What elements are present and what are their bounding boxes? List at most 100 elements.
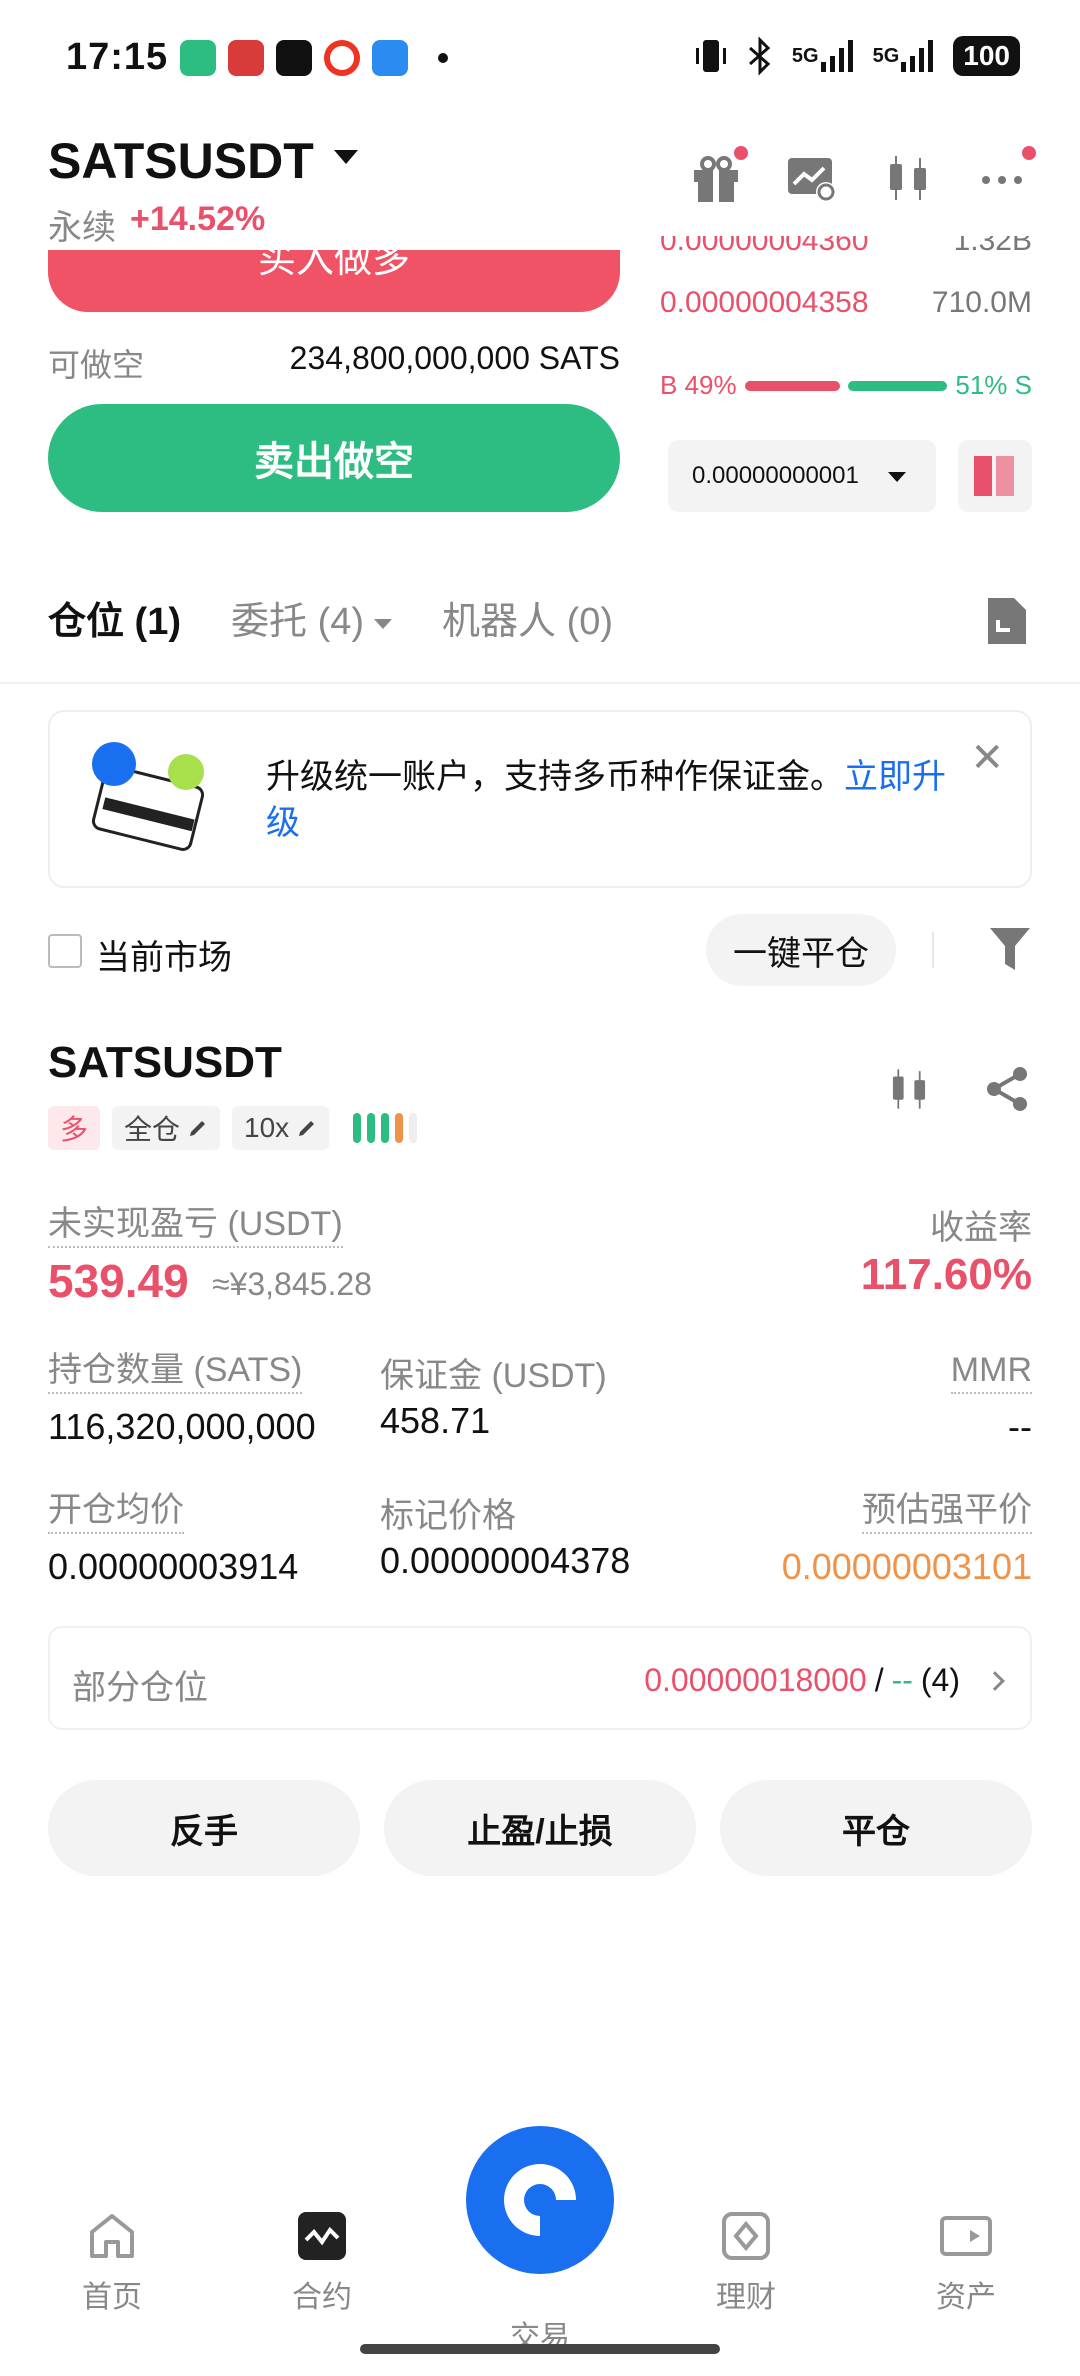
more-notifications-dot: [438, 53, 448, 63]
orderbook-qty: 1.32B: [953, 236, 1032, 257]
roe-value: 117.60%: [860, 1250, 1032, 1299]
close-position-button[interactable]: 平仓: [720, 1780, 1032, 1876]
partial-count: (4): [920, 1662, 960, 1698]
nav-finance-label: 理财: [716, 2281, 776, 2314]
side-tag: 多: [48, 1106, 101, 1150]
futures-icon: [296, 2210, 348, 2262]
liq-price-label[interactable]: 预估强平价: [862, 1488, 1032, 1534]
upgrade-banner: 升级统一账户，支持多币种作保证金。立即升级 ✕: [48, 710, 1032, 888]
assets-icon: [940, 2210, 992, 2262]
orderbook-qty: 710.0M: [931, 286, 1032, 319]
leverage-tag[interactable]: 10x: [232, 1106, 330, 1150]
orderbook-row[interactable]: 0.00000004358 710.0M: [660, 286, 1032, 326]
candlestick-chart-icon[interactable]: [880, 150, 936, 206]
tab-bots[interactable]: 机器人 (0): [442, 590, 613, 645]
price-alert-icon[interactable]: [784, 150, 840, 206]
tab-orders[interactable]: 委托 (4): [231, 590, 393, 645]
margin-mode-tag[interactable]: 全仓: [112, 1106, 221, 1150]
more-badge: [1022, 146, 1036, 160]
filter-icon[interactable]: [988, 924, 1032, 974]
symbol-title[interactable]: SATSUSDT: [48, 132, 314, 190]
nav-futures[interactable]: 合约: [252, 2210, 392, 2316]
banner-text: 升级统一账户，支持多币种作保证金。立即升级: [266, 754, 966, 846]
orderbook-layout-icon: [974, 456, 1014, 496]
gift-badge: [734, 146, 748, 160]
nav-home-label: 首页: [82, 2281, 142, 2314]
tpsl-button[interactable]: 止盈/止损: [384, 1780, 696, 1876]
tab-positions[interactable]: 仓位 (1): [48, 590, 181, 645]
edit-icon: [190, 1121, 206, 1136]
history-document-icon[interactable]: [984, 596, 1028, 646]
symbol-dropdown-icon[interactable]: [334, 150, 358, 164]
network-label-1: 5G: [791, 44, 819, 67]
wallet-illustration: [78, 736, 218, 866]
close-all-button[interactable]: 一键平仓: [706, 914, 896, 986]
tabs-divider: [0, 682, 1080, 684]
stock-app-icon: [228, 40, 264, 76]
battery-app-icon: [180, 40, 216, 76]
chevron-down-icon: [374, 618, 393, 629]
more-icon[interactable]: [976, 146, 1036, 206]
price-change: +14.52%: [130, 200, 266, 238]
position-action-buttons: 反手 止盈/止损 平仓: [48, 1780, 1032, 1876]
filter-divider: [932, 932, 934, 968]
home-icon: [86, 2210, 138, 2262]
symbol-subtitle: 永续 +14.52%: [48, 200, 265, 249]
margin-value: 458.71: [380, 1400, 491, 1441]
status-bar: 17:15 5G 5G 100: [0, 0, 1080, 110]
precision-value: 0.00000000001: [692, 462, 859, 489]
partial-separator: /: [874, 1662, 884, 1698]
partial-price: 0.00000018000: [644, 1662, 867, 1698]
short-available-label: 可做空: [48, 347, 145, 383]
unrealized-pnl-label[interactable]: 未实现盈亏 (USDT): [48, 1202, 343, 1248]
sell-ratio-label: 51% S: [955, 370, 1032, 400]
position-size-label[interactable]: 持仓数量 (SATS): [48, 1348, 303, 1394]
entry-price-label[interactable]: 开仓均价: [48, 1488, 184, 1534]
gift-icon[interactable]: [688, 146, 748, 206]
vibrate-icon: [694, 36, 728, 76]
mmr-label[interactable]: MMR: [950, 1348, 1032, 1394]
video-app-icon: [324, 40, 360, 76]
trade-button[interactable]: [466, 2126, 614, 2274]
position-size-value: 116,320,000,000: [48, 1406, 316, 1447]
buy-sell-ratio: B 49% 51% S: [660, 370, 1032, 401]
liq-price-value: 0.00000003101: [781, 1546, 1032, 1587]
chevron-down-icon: [888, 472, 906, 482]
network-label-2: 5G: [872, 44, 900, 67]
close-icon[interactable]: ✕: [970, 738, 1004, 778]
short-available-value: 234,800,000,000 SATS: [289, 340, 620, 376]
sell-short-button[interactable]: 卖出做空: [48, 404, 620, 512]
banner-message: 升级统一账户，支持多币种作保证金。: [266, 758, 844, 796]
nav-finance[interactable]: 理财: [676, 2210, 816, 2316]
position-actions: [884, 1064, 1032, 1119]
orderbook-row[interactable]: 0.00000004360 1.32B: [660, 236, 1032, 266]
nav-home[interactable]: 首页: [42, 2210, 182, 2316]
status-time: 17:15: [66, 36, 169, 78]
system-icons: 5G 5G 100: [694, 36, 1020, 76]
reverse-button[interactable]: 反手: [48, 1780, 360, 1876]
buy-ratio-bar: [744, 380, 841, 391]
battery-indicator: 100: [953, 36, 1020, 76]
nav-futures-label: 合约: [292, 2281, 352, 2314]
share-icon[interactable]: [982, 1064, 1032, 1119]
precision-select[interactable]: 0.00000000001: [668, 440, 936, 512]
signal-icon-1: 5G: [792, 36, 855, 76]
home-indicator[interactable]: [360, 2344, 720, 2354]
partial-positions-summary: 0.00000018000 / -- (4): [644, 1662, 1005, 1699]
position-symbol[interactable]: SATSUSDT: [48, 1038, 282, 1088]
tab-orders-label: 委托 (4): [231, 601, 365, 643]
partial-positions-label: 部分仓位: [72, 1669, 208, 1707]
partial-positions-row[interactable]: 部分仓位 0.00000018000 / -- (4): [48, 1626, 1032, 1730]
buy-long-button[interactable]: 买入做多: [48, 250, 620, 312]
margin-label: 保证金 (USDT): [380, 1357, 607, 1395]
orderbook-layout-button[interactable]: [958, 440, 1032, 512]
tiktok-icon: [276, 40, 312, 76]
candlestick-chart-icon[interactable]: [884, 1064, 934, 1119]
adl-indicator-icon: [353, 1113, 418, 1143]
leverage-label: 10x: [244, 1112, 290, 1143]
current-market-label[interactable]: 当前市场: [96, 930, 232, 979]
position-tabs: 仓位 (1) 委托 (4) 机器人 (0): [48, 590, 613, 645]
nav-assets[interactable]: 资产: [896, 2210, 1036, 2316]
orderbook-price: 0.00000004358: [660, 286, 869, 319]
current-market-checkbox[interactable]: [48, 934, 82, 968]
